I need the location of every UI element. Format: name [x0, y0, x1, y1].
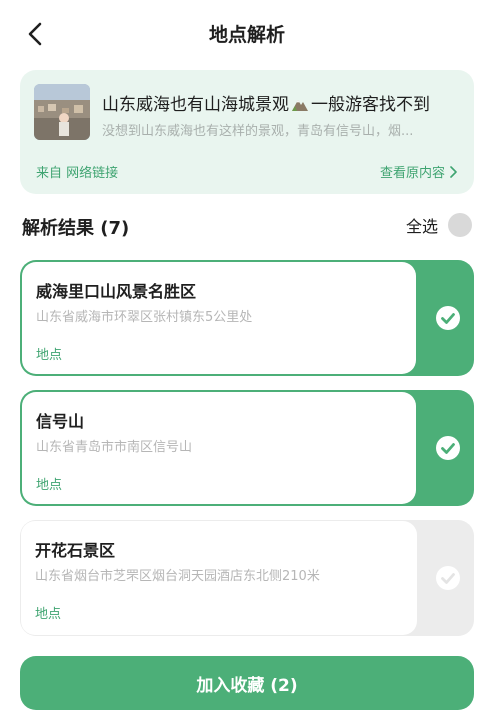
result-item[interactable]: 威海里口山风景名胜区 山东省威海市环翠区张村镇东5公里处 地点	[20, 260, 474, 376]
source-description: 没想到山东威海也有这样的景观，青岛有信号山，烟...	[102, 124, 414, 139]
place-type-tag: 地点	[36, 478, 63, 493]
source-title-text: 山东威海也有山海城景观	[102, 95, 289, 115]
results-heading: 解析结果 (7)	[22, 218, 130, 239]
select-all-label: 全选	[405, 217, 438, 236]
source-origin-label: 来自 网络链接	[36, 166, 119, 181]
place-name: 信号山	[36, 412, 85, 431]
result-item[interactable]: 信号山 山东省青岛市市南区信号山 地点	[20, 390, 474, 506]
place-name: 威海里口山风景名胜区	[36, 282, 197, 301]
add-to-favorites-button[interactable]: 加入收藏 (2)	[20, 656, 474, 710]
page-title: 地点解析	[208, 24, 285, 46]
source-title: 山东威海也有山海城景观 一般游客找不到	[102, 90, 464, 115]
result-item-body: 开花石景区 山东省烟台市芝罘区烟台洞天园酒店东北侧210米 地点	[21, 521, 417, 635]
place-address: 山东省青岛市市南区信号山	[36, 440, 193, 455]
source-thumbnail	[34, 84, 90, 140]
checkmark-icon[interactable]	[435, 565, 461, 591]
result-item-body: 威海里口山风景名胜区 山东省威海市环翠区张村镇东5公里处 地点	[22, 262, 416, 374]
place-type-tag: 地点	[35, 607, 62, 622]
checkmark-icon[interactable]	[435, 305, 461, 331]
select-all-checkbox[interactable]	[448, 213, 472, 237]
result-item-body: 信号山 山东省青岛市市南区信号山 地点	[22, 392, 416, 504]
place-address: 山东省威海市环翠区张村镇东5公里处	[36, 310, 253, 325]
view-original-label: 查看原内容	[379, 166, 445, 181]
place-name: 开花石景区	[35, 541, 116, 560]
result-item[interactable]: 开花石景区 山东省烟台市芝罘区烟台洞天园酒店东北侧210米 地点	[20, 520, 474, 636]
checkmark-icon[interactable]	[435, 435, 461, 461]
place-type-tag: 地点	[36, 348, 63, 363]
place-address: 山东省烟台市芝罘区烟台洞天园酒店东北侧210米	[35, 569, 320, 584]
view-original-link[interactable]: 查看原内容	[380, 162, 458, 181]
chevron-right-icon	[450, 165, 457, 178]
source-card[interactable]: 山东威海也有山海城景观 一般游客找不到 没想到山东威海也有这样的景观，青岛有信号山…	[20, 70, 474, 194]
mountain-emoji-icon	[292, 100, 308, 111]
select-all-toggle[interactable]: 全选	[406, 213, 472, 237]
source-title-text-2: 一般游客找不到	[311, 95, 430, 115]
top-nav-bar: 地点解析	[0, 0, 494, 66]
